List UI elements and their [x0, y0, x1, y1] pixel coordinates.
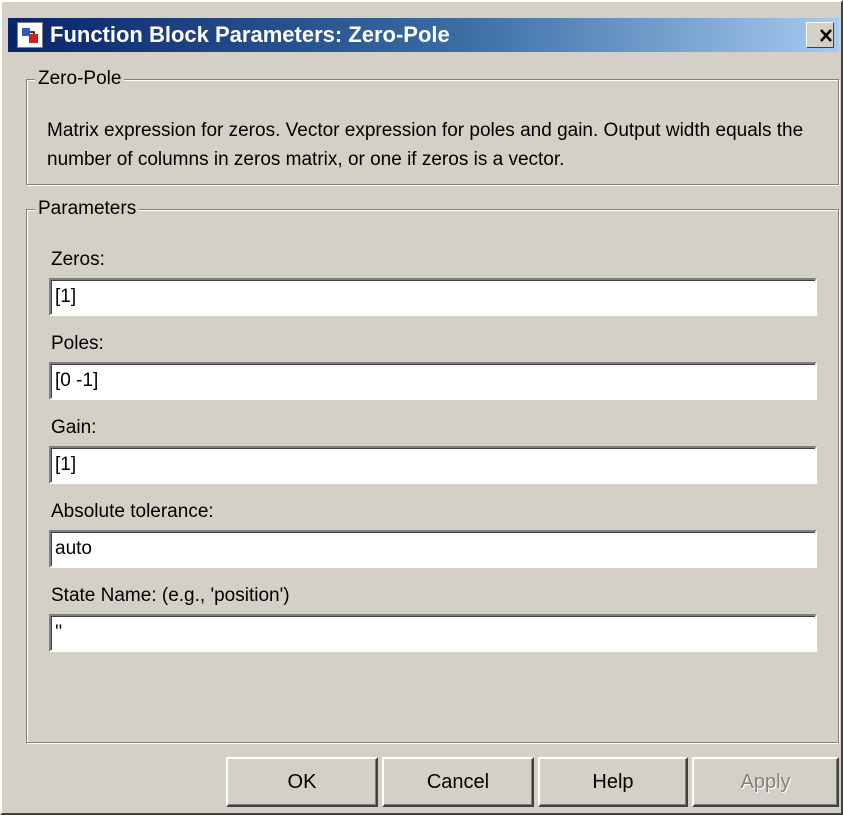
close-icon [820, 29, 832, 42]
description-group: Zero-Pole Matrix expression for zeros. V… [26, 66, 839, 185]
parameters-group-legend: Parameters [35, 196, 140, 222]
parameters-group: Parameters Zeros: Poles: Gain: Absolute … [26, 196, 839, 743]
gain-input[interactable] [49, 446, 817, 484]
cancel-button[interactable]: Cancel [382, 757, 534, 807]
dialog-window: Function Block Parameters: Zero-Pole Zer… [0, 0, 843, 815]
close-button[interactable] [806, 22, 834, 48]
absolute-tolerance-input[interactable] [49, 530, 817, 568]
gain-label: Gain: [51, 417, 97, 438]
title-bar[interactable]: Function Block Parameters: Zero-Pole [8, 18, 839, 52]
zeros-input[interactable] [49, 278, 817, 316]
state-name-input[interactable] [49, 614, 817, 652]
description-group-legend: Zero-Pole [35, 66, 125, 92]
simulink-block-icon [17, 22, 43, 48]
apply-button[interactable]: Apply [692, 757, 839, 807]
block-description: Matrix expression for zeros. Vector expr… [47, 120, 804, 170]
help-button[interactable]: Help [538, 757, 688, 807]
absolute-tolerance-label: Absolute tolerance: [51, 501, 214, 522]
zeros-label: Zeros: [51, 249, 105, 270]
poles-label: Poles: [51, 333, 104, 354]
window-title: Function Block Parameters: Zero-Pole [50, 22, 450, 47]
state-name-label: State Name: (e.g., 'position') [51, 585, 290, 606]
poles-input[interactable] [49, 362, 817, 400]
ok-button[interactable]: OK [226, 757, 378, 807]
